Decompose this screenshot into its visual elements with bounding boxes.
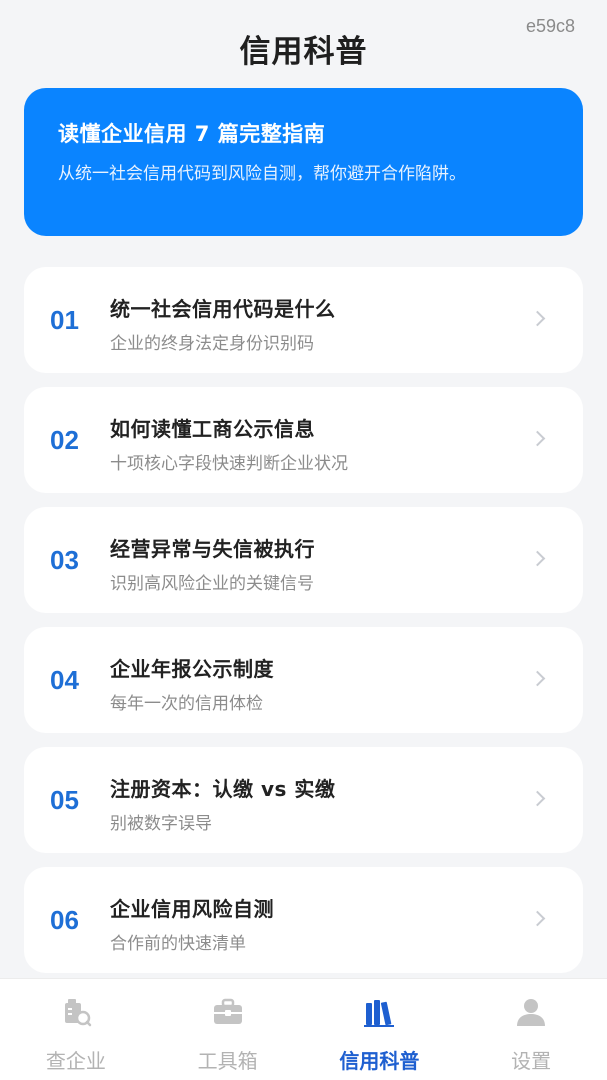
tab-label: 工具箱 bbox=[197, 1049, 258, 1073]
page-title: 信用科普 bbox=[239, 34, 368, 70]
article-card[interactable]: 02 如何读懂工商公示信息 十项核心字段快速判断企业状况 bbox=[24, 387, 583, 493]
user-icon bbox=[517, 999, 546, 1026]
guide-banner[interactable]: 读懂企业信用 7 篇完整指南 从统一社会信用代码到风险自测，帮你避开合作陷阱。 bbox=[24, 88, 583, 236]
article-title: 如何读懂工商公示信息 bbox=[110, 417, 315, 441]
article-number: 04 bbox=[50, 665, 79, 695]
tab-label: 信用科普 bbox=[339, 1049, 420, 1073]
article-subtitle: 每年一次的信用体检 bbox=[110, 694, 263, 714]
bottom-tab-bar: 查企业 工具箱 信用科普 设置 bbox=[0, 978, 607, 1080]
article-number: 03 bbox=[50, 545, 79, 575]
article-title: 注册资本：认缴 vs 实缴 bbox=[110, 777, 336, 801]
screen: 信用科普 e59c8 读懂企业信用 7 篇完整指南 从统一社会信用代码到风险自测… bbox=[0, 0, 607, 1080]
article-card[interactable]: 01 统一社会信用代码是什么 企业的终身法定身份识别码 bbox=[24, 267, 583, 373]
article-number: 01 bbox=[50, 305, 79, 335]
article-card[interactable]: 04 企业年报公示制度 每年一次的信用体检 bbox=[24, 627, 583, 733]
chevron-right-icon bbox=[529, 790, 546, 807]
toolbox-icon bbox=[213, 998, 242, 1024]
article-number: 05 bbox=[50, 785, 79, 815]
banner-title: 读懂企业信用 7 篇完整指南 bbox=[58, 122, 326, 146]
article-title: 经营异常与失信被执行 bbox=[110, 537, 315, 561]
chevron-right-icon bbox=[529, 550, 546, 567]
chevron-right-icon bbox=[529, 910, 546, 927]
article-card[interactable]: 05 注册资本：认缴 vs 实缴 别被数字误导 bbox=[24, 747, 583, 853]
article-number: 06 bbox=[50, 905, 79, 935]
company-search-icon bbox=[64, 999, 92, 1027]
tab-toolbox[interactable]: 工具箱 bbox=[152, 979, 304, 1080]
chevron-right-icon bbox=[529, 310, 546, 327]
article-title: 企业年报公示制度 bbox=[110, 657, 274, 681]
article-list: 01 统一社会信用代码是什么 企业的终身法定身份识别码 02 如何读懂工商公示信… bbox=[24, 267, 583, 987]
tab-credit-knowledge[interactable]: 信用科普 bbox=[304, 979, 456, 1080]
banner-subtitle: 从统一社会信用代码到风险自测，帮你避开合作陷阱。 bbox=[58, 164, 466, 184]
page-code: e59c8 bbox=[525, 16, 575, 36]
tab-label: 查企业 bbox=[45, 1049, 106, 1073]
article-title: 统一社会信用代码是什么 bbox=[110, 297, 336, 321]
books-icon bbox=[364, 1000, 395, 1027]
article-subtitle: 企业的终身法定身份识别码 bbox=[110, 334, 314, 354]
article-subtitle: 识别高风险企业的关键信号 bbox=[110, 574, 314, 594]
article-number: 02 bbox=[50, 425, 79, 455]
article-subtitle: 十项核心字段快速判断企业状况 bbox=[110, 454, 348, 474]
tab-label: 设置 bbox=[511, 1049, 552, 1073]
article-card[interactable]: 03 经营异常与失信被执行 识别高风险企业的关键信号 bbox=[24, 507, 583, 613]
chevron-right-icon bbox=[529, 430, 546, 447]
article-card[interactable]: 06 企业信用风险自测 合作前的快速清单 bbox=[24, 867, 583, 973]
article-title: 企业信用风险自测 bbox=[110, 897, 274, 921]
chevron-right-icon bbox=[529, 670, 546, 687]
article-subtitle: 合作前的快速清单 bbox=[110, 934, 246, 954]
tab-company-search[interactable]: 查企业 bbox=[0, 979, 152, 1080]
tab-settings[interactable]: 设置 bbox=[455, 979, 607, 1080]
article-subtitle: 别被数字误导 bbox=[110, 814, 212, 834]
